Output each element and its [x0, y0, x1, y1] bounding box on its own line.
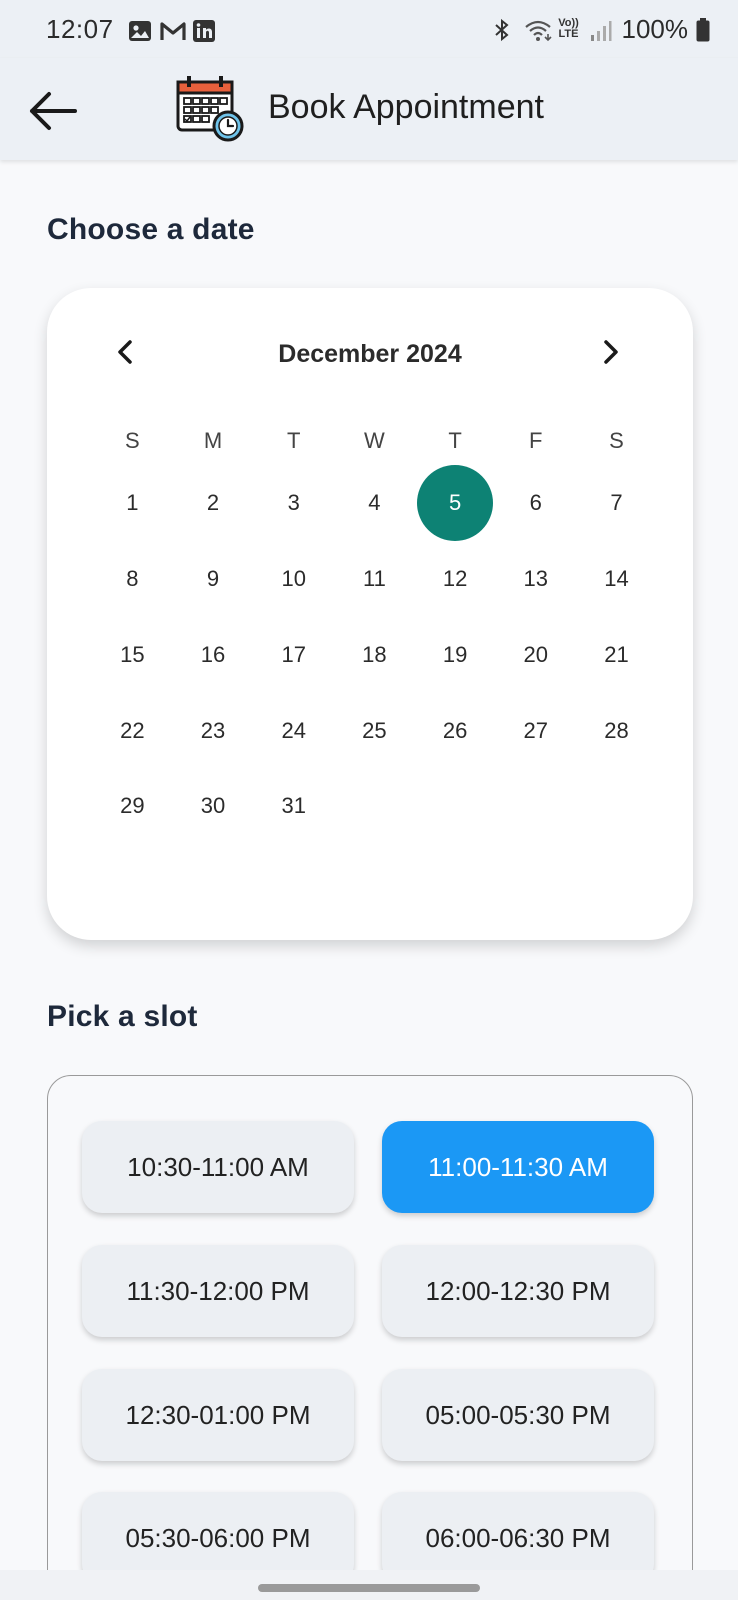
calendar-day[interactable]: 26 — [415, 696, 496, 766]
calendar-day[interactable]: 29 — [92, 771, 173, 841]
linkedin-icon — [192, 18, 216, 42]
calendar-day[interactable]: 14 — [576, 544, 657, 614]
calendar-day[interactable]: 10 — [253, 544, 334, 614]
slot-button[interactable]: 12:00-12:30 PM — [382, 1245, 654, 1337]
gallery-icon — [128, 18, 152, 41]
app-bar: Book Appointment — [0, 58, 738, 160]
calendar-clock-icon — [174, 74, 246, 146]
weekday-label: W — [364, 428, 385, 453]
calendar-day[interactable]: 21 — [576, 620, 657, 690]
wifi-icon — [524, 18, 552, 42]
weekday-label: S — [609, 428, 624, 453]
calendar-card: December 2024 S M T W T F S 1 2 3 4 5 6 … — [47, 288, 693, 940]
page-title: Book Appointment — [268, 88, 544, 126]
calendar-day[interactable]: 4 — [334, 468, 415, 538]
weekday-label: T — [448, 428, 462, 453]
status-bar: 12:07 Vo)) LTE 100% — [0, 0, 738, 58]
calendar-day[interactable]: 30 — [173, 771, 254, 841]
weekday-row: S M T W T F S — [92, 428, 657, 454]
arrow-left-icon — [30, 92, 77, 130]
calendar-day[interactable]: 18 — [334, 620, 415, 690]
calendar-day[interactable]: 11 — [334, 544, 415, 614]
calendar-day[interactable]: 27 — [495, 696, 576, 766]
weekday-label: F — [529, 428, 543, 453]
slot-button[interactable]: 11:30-12:00 PM — [82, 1245, 354, 1337]
calendar-day[interactable]: 15 — [92, 620, 173, 690]
signal-icon — [590, 18, 614, 41]
calendar-day[interactable]: 22 — [92, 696, 173, 766]
calendar-week-row: 22 23 24 25 26 27 28 — [92, 696, 657, 766]
calendar-day[interactable]: 25 — [334, 696, 415, 766]
slot-button[interactable]: 05:00-05:30 PM — [382, 1369, 654, 1461]
calendar-day[interactable]: 17 — [253, 620, 334, 690]
calendar-day[interactable]: 2 — [173, 468, 254, 538]
calendar-week-row: 1 2 3 4 5 6 7 — [92, 465, 657, 541]
calendar-day[interactable]: 6 — [495, 468, 576, 538]
back-button[interactable] — [24, 82, 82, 140]
calendar-day[interactable]: 19 — [415, 620, 496, 690]
status-time: 12:07 — [46, 13, 114, 44]
pick-slot-heading: Pick a slot — [47, 1000, 198, 1033]
calendar-day[interactable]: 1 — [92, 468, 173, 538]
calendar-week-row: 15 16 17 18 19 20 21 — [92, 620, 657, 690]
calendar-day[interactable]: 31 — [253, 771, 334, 841]
slot-button[interactable]: 12:30-01:00 PM — [82, 1369, 354, 1461]
gmail-icon — [159, 18, 186, 40]
calendar-day[interactable]: 8 — [92, 544, 173, 614]
calendar-day[interactable]: 23 — [173, 696, 254, 766]
calendar-day[interactable]: 20 — [495, 620, 576, 690]
calendar-day[interactable]: 16 — [173, 620, 254, 690]
calendar-day[interactable]: 3 — [253, 468, 334, 538]
calendar-day[interactable]: 13 — [495, 544, 576, 614]
calendar-day[interactable]: 9 — [173, 544, 254, 614]
weekday-label: S — [125, 428, 140, 453]
battery-icon — [696, 18, 710, 42]
home-indicator[interactable] — [258, 1584, 480, 1592]
volte-icon: Vo)) LTE — [558, 17, 579, 40]
chevron-right-icon — [604, 340, 618, 364]
calendar-day[interactable]: 28 — [576, 696, 657, 766]
calendar-day[interactable]: 24 — [253, 696, 334, 766]
status-right: Vo)) LTE 100% — [492, 14, 711, 45]
calendar-week-row: 8 9 10 11 12 13 14 — [92, 544, 657, 614]
battery-percent: 100% — [621, 13, 689, 44]
calendar-week-row: 29 30 31 — [92, 771, 657, 841]
weekday-label: M — [203, 428, 223, 453]
slot-button[interactable]: 10:30-11:00 AM — [82, 1121, 354, 1213]
bluetooth-icon — [492, 18, 516, 42]
calendar-day-selected[interactable]: 5 — [415, 465, 496, 541]
status-left: 12:07 — [46, 14, 216, 45]
choose-date-heading: Choose a date — [47, 213, 255, 246]
calendar-day[interactable]: 12 — [415, 544, 496, 614]
next-month-button[interactable] — [589, 330, 633, 374]
slots-card: 10:30-11:00 AM 11:00-11:30 AM 11:30-12:0… — [47, 1075, 693, 1600]
calendar-day[interactable]: 7 — [576, 468, 657, 538]
weekday-label: T — [286, 428, 301, 453]
slot-button-selected[interactable]: 11:00-11:30 AM — [382, 1121, 654, 1213]
